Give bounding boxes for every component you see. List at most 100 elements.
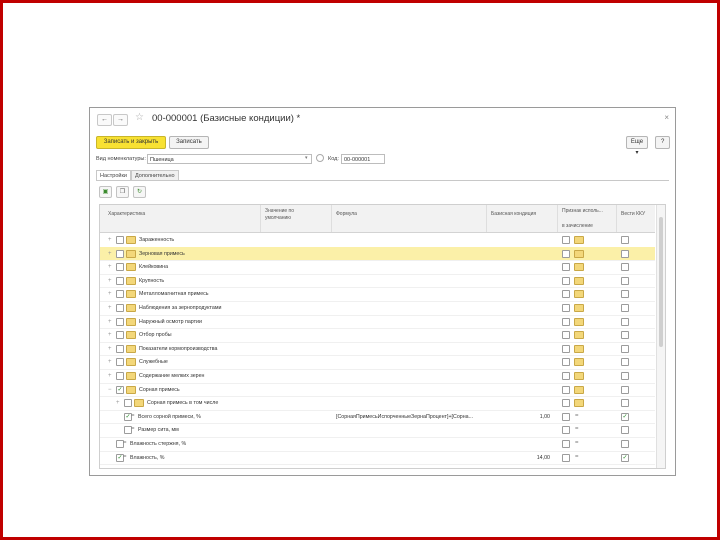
table-row[interactable]: + Металломагнитная примесь [100,287,655,302]
kku-checkbox[interactable] [621,276,629,285]
row-checkbox[interactable] [116,263,124,272]
kku-checkbox[interactable] [621,290,629,299]
sign-checkbox[interactable] [562,304,570,312]
row-checkbox[interactable]: ✓ [116,385,124,394]
table-row[interactable]: + Сорная примесь в том числе [100,396,655,411]
kku-checkbox[interactable]: ✓ [621,412,629,421]
row-checkbox[interactable] [116,236,124,244]
base-condition-cell[interactable]: 1,00 [510,414,550,420]
table-row[interactable]: Влажность стержня, % = = [100,437,655,452]
expand-toggle-icon[interactable]: + [108,346,112,352]
close-icon[interactable]: × [664,113,669,122]
kku-checkbox[interactable] [621,344,629,353]
col-base[interactable]: Базисная кондиция [491,211,536,218]
scrollbar-thumb[interactable] [659,217,663,347]
expand-toggle-icon[interactable]: + [108,373,112,379]
dropdown-arrow-icon[interactable]: ▾ [305,155,308,161]
row-checkbox[interactable] [116,372,124,380]
expand-toggle-icon[interactable]: + [108,332,112,338]
save-and-close-button[interactable]: Записать и закрыть [96,136,166,149]
sign-checkbox[interactable] [562,372,570,380]
row-checkbox[interactable] [116,358,124,367]
copy-icon[interactable]: ❐ [116,186,129,198]
col-formula[interactable]: Формула [336,211,357,218]
vertical-scrollbar[interactable] [656,205,665,468]
refresh-icon[interactable]: ↻ [133,186,146,198]
expand-toggle-icon[interactable]: − [108,387,112,393]
row-checkbox[interactable] [116,290,124,299]
sign-checkbox[interactable] [562,453,570,462]
expand-toggle-icon[interactable]: + [108,251,112,257]
kku-checkbox[interactable] [621,317,629,326]
kku-checkbox[interactable] [621,249,629,258]
kku-checkbox[interactable] [621,385,629,394]
sign-checkbox[interactable] [562,263,570,272]
kku-checkbox[interactable] [621,358,629,367]
nomenclature-input[interactable]: Пшеница [147,154,312,164]
table-row[interactable]: ✓ Всего сорной примеси, % = [СорнаяПримесьИ… [100,410,655,425]
kku-checkbox[interactable] [621,399,629,408]
table-row[interactable]: + Наружный осмотр партии [100,315,655,330]
table-row[interactable]: + Клейковина [100,260,655,275]
table-row[interactable]: + Содержание мелких зерен [100,369,655,384]
kku-checkbox[interactable] [621,426,629,435]
formula-cell[interactable]: [СорнаяПримесьИспорченныеЗернаПроцент]+[… [336,414,481,420]
row-checkbox[interactable] [116,317,124,326]
table-row[interactable]: Размер сита, мм = = [100,423,655,438]
expand-toggle-icon[interactable]: + [116,400,120,406]
kku-checkbox[interactable] [621,331,629,340]
table-row[interactable]: + Показатели кормопроизводства [100,342,655,357]
kku-checkbox[interactable] [621,440,629,448]
back-button[interactable]: ← [97,114,112,126]
base-condition-cell[interactable]: 14,00 [510,455,550,461]
more-button[interactable]: Еще ▾ [626,136,648,156]
table-row[interactable]: + Наблюдения за зернопродуктами [100,301,655,316]
sign-checkbox[interactable] [562,426,570,435]
kku-checkbox[interactable] [621,236,629,244]
row-checkbox[interactable] [116,276,124,285]
help-button[interactable]: ? [655,136,670,149]
row-checkbox[interactable] [116,304,124,312]
expand-toggle-icon[interactable]: + [108,319,112,325]
sign-checkbox[interactable] [562,331,570,340]
table-row[interactable]: + Зараженность [100,233,655,248]
sign-checkbox[interactable] [562,385,570,394]
sign-checkbox[interactable] [562,399,570,408]
row-checkbox[interactable] [116,249,124,258]
sign-checkbox[interactable] [562,236,570,244]
kku-checkbox[interactable] [621,372,629,380]
table-row[interactable]: − ✓ Сорная примесь [100,383,655,398]
expand-toggle-icon[interactable]: + [108,278,112,284]
table-row[interactable]: + Отбор пробы [100,328,655,343]
code-input[interactable]: 00-000001 [341,154,385,164]
sign-checkbox[interactable] [562,317,570,326]
save-button[interactable]: Записать [169,136,209,149]
table-row[interactable]: + Служебные [100,355,655,370]
expand-toggle-icon[interactable]: + [108,291,112,297]
table-row[interactable]: + Крупность [100,274,655,289]
sign-checkbox[interactable] [562,276,570,285]
sign-checkbox[interactable] [562,344,570,353]
kku-checkbox[interactable] [621,263,629,272]
kku-checkbox[interactable] [621,304,629,312]
expand-toggle-icon[interactable]: + [108,264,112,270]
kku-checkbox[interactable]: ✓ [621,453,629,462]
sign-checkbox[interactable] [562,249,570,258]
favorite-star-icon[interactable]: ☆ [135,112,144,123]
row-checkbox[interactable] [116,331,124,340]
col-default[interactable]: Значение по умолчанию [265,208,311,222]
col-characteristic[interactable]: Характеристика [108,211,145,218]
expand-toggle-icon[interactable]: + [108,359,112,365]
forward-button[interactable]: → [113,114,128,126]
open-link-icon[interactable] [316,154,324,162]
expand-toggle-icon[interactable]: + [108,237,112,243]
row-checkbox[interactable] [116,344,124,353]
expand-toggle-icon[interactable]: + [108,305,112,311]
row-checkbox[interactable] [124,399,132,408]
table-row[interactable]: + Зерновая примесь [100,246,655,262]
col-kku[interactable]: Вести ККУ [621,211,645,218]
sign-checkbox[interactable] [562,358,570,367]
sign-checkbox[interactable] [562,440,570,448]
add-icon[interactable]: ▣ [99,186,112,198]
sign-checkbox[interactable] [562,412,570,421]
